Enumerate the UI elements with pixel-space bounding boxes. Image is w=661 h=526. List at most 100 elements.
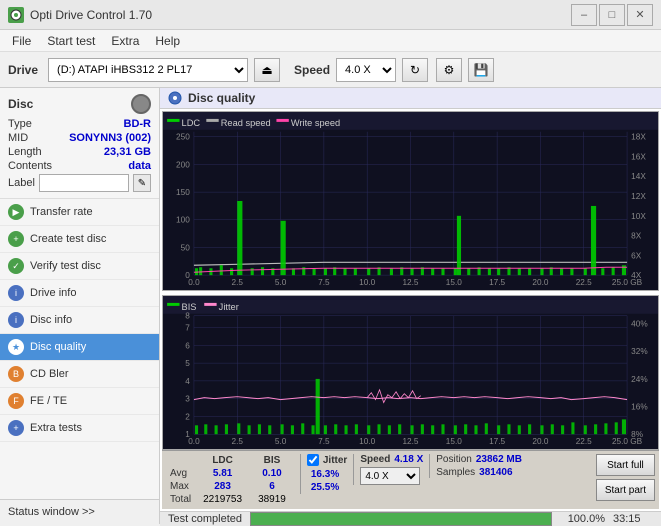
speed-label: Speed [294, 63, 330, 77]
nav-label-fete: FE / TE [30, 395, 67, 407]
svg-text:40%: 40% [631, 320, 647, 329]
avg-label: Avg [166, 467, 195, 480]
start-part-button[interactable]: Start part [596, 479, 655, 501]
svg-text:10.0: 10.0 [359, 278, 376, 287]
bis-max: 6 [250, 480, 294, 493]
svg-text:6: 6 [185, 341, 190, 350]
content-header: Disc quality [160, 88, 661, 109]
svg-text:20.0: 20.0 [532, 278, 549, 287]
svg-text:5.0: 5.0 [275, 437, 287, 446]
nav-extra-tests[interactable]: + Extra tests [0, 415, 159, 442]
menu-extra[interactable]: Extra [103, 32, 147, 50]
nav-fe-te[interactable]: F FE / TE [0, 388, 159, 415]
chart1-svg: LDC Read speed Write speed [163, 112, 658, 290]
drive-select[interactable]: (D:) ATAPI iHBS312 2 PL17 [48, 58, 248, 82]
nav-drive-info[interactable]: i Drive info [0, 280, 159, 307]
contents-value: data [128, 160, 151, 172]
svg-text:2.5: 2.5 [232, 437, 244, 446]
label-input[interactable] [39, 174, 129, 192]
type-label: Type [8, 118, 32, 130]
nav-icon-verify: ✓ [8, 258, 24, 274]
nav-transfer-rate[interactable]: ▶ Transfer rate [0, 199, 159, 226]
settings-button[interactable]: ⚙ [436, 58, 462, 82]
mid-label: MID [8, 132, 28, 144]
svg-text:12.5: 12.5 [402, 278, 419, 287]
chart2-container: BIS Jitter [162, 295, 659, 450]
jitter-label: Jitter [323, 455, 347, 466]
svg-text:32%: 32% [631, 347, 647, 356]
svg-text:2: 2 [185, 413, 190, 422]
sidebar: Disc Type BD-R MID SONYNN3 (002) Length … [0, 88, 160, 524]
position-section: Position 23862 MB Samples 381406 [429, 454, 522, 478]
svg-text:7.5: 7.5 [318, 278, 330, 287]
status-window-label: Status window >> [8, 506, 95, 518]
start-full-button[interactable]: Start full [596, 454, 655, 476]
close-button[interactable]: ✕ [627, 4, 653, 26]
speed-stat-select[interactable]: 4.0 X [360, 467, 420, 485]
svg-text:0.0: 0.0 [188, 437, 200, 446]
drive-label: Drive [8, 63, 38, 77]
refresh-button[interactable]: ↻ [402, 58, 428, 82]
content-body: LDC Read speed Write speed [160, 109, 661, 511]
ldc-total: 2219753 [195, 493, 250, 506]
svg-text:Write speed: Write speed [291, 118, 340, 128]
nav-create-test-disc[interactable]: + Create test disc [0, 226, 159, 253]
minimize-button[interactable]: – [571, 4, 597, 26]
jitter-checkbox[interactable] [307, 454, 319, 466]
svg-text:7.5: 7.5 [318, 437, 330, 446]
nav-label-disc: Disc info [30, 314, 72, 326]
menu-help[interactable]: Help [147, 32, 188, 50]
svg-text:25.0 GB: 25.0 GB [612, 278, 642, 287]
avg-row: Avg 5.81 0.10 [166, 467, 294, 480]
ldc-column-header: LDC [195, 454, 250, 467]
jitter-section: Jitter 16.3% 25.5% [300, 454, 347, 494]
samples-val: 381406 [479, 467, 512, 478]
nav-cd-bler[interactable]: B CD Bler [0, 361, 159, 388]
svg-text:24%: 24% [631, 375, 647, 384]
svg-text:22.5: 22.5 [576, 278, 593, 287]
svg-text:15.0: 15.0 [446, 278, 463, 287]
save-button[interactable]: 💾 [468, 58, 494, 82]
total-label: Total [166, 493, 195, 506]
nav-icon-quality: ★ [8, 339, 24, 355]
svg-text:Jitter: Jitter [219, 302, 239, 312]
svg-text:17.5: 17.5 [489, 437, 506, 446]
svg-text:BIS: BIS [182, 302, 197, 312]
menu-file[interactable]: File [4, 32, 39, 50]
nav-disc-quality[interactable]: ★ Disc quality [0, 334, 159, 361]
svg-text:10X: 10X [631, 212, 646, 221]
title-bar: Opti Drive Control 1.70 – □ ✕ [0, 0, 661, 30]
svg-text:5: 5 [185, 359, 190, 368]
menu-start-test[interactable]: Start test [39, 32, 103, 50]
svg-text:250: 250 [176, 133, 190, 142]
chart2-svg: BIS Jitter [163, 296, 658, 449]
stats-area: LDC BIS Avg 5.81 0.10 Max 283 [162, 450, 659, 509]
svg-text:8X: 8X [631, 232, 642, 241]
nav-icon-bler: B [8, 366, 24, 382]
chart1-container: LDC Read speed Write speed [162, 111, 659, 291]
total-row: Total 2219753 38919 [166, 493, 294, 506]
status-window-button[interactable]: Status window >> [0, 499, 159, 524]
title-text: Opti Drive Control 1.70 [30, 8, 152, 22]
svg-text:10.0: 10.0 [359, 437, 376, 446]
maximize-button[interactable]: □ [599, 4, 625, 26]
svg-text:20.0: 20.0 [532, 437, 549, 446]
svg-text:16%: 16% [631, 403, 647, 412]
app-icon [8, 7, 24, 23]
nav-verify-test-disc[interactable]: ✓ Verify test disc [0, 253, 159, 280]
nav-icon-extra: + [8, 420, 24, 436]
svg-text:15.0: 15.0 [446, 437, 463, 446]
nav-disc-info[interactable]: i Disc info [0, 307, 159, 334]
speed-select[interactable]: 4.0 X [336, 58, 396, 82]
label-edit-button[interactable]: ✎ [133, 174, 151, 192]
nav-icon-fete: F [8, 393, 24, 409]
progress-percent: 100.0% [560, 513, 605, 525]
eject-button[interactable]: ⏏ [254, 58, 280, 82]
max-label: Max [166, 480, 195, 493]
jitter-avg: 16.3% [307, 468, 347, 481]
svg-text:Read speed: Read speed [221, 118, 271, 128]
svg-text:5.0: 5.0 [275, 278, 287, 287]
nav-icon-drive: i [8, 285, 24, 301]
nav-label-transfer: Transfer rate [30, 206, 93, 218]
mid-value: SONYNN3 (002) [69, 132, 151, 144]
